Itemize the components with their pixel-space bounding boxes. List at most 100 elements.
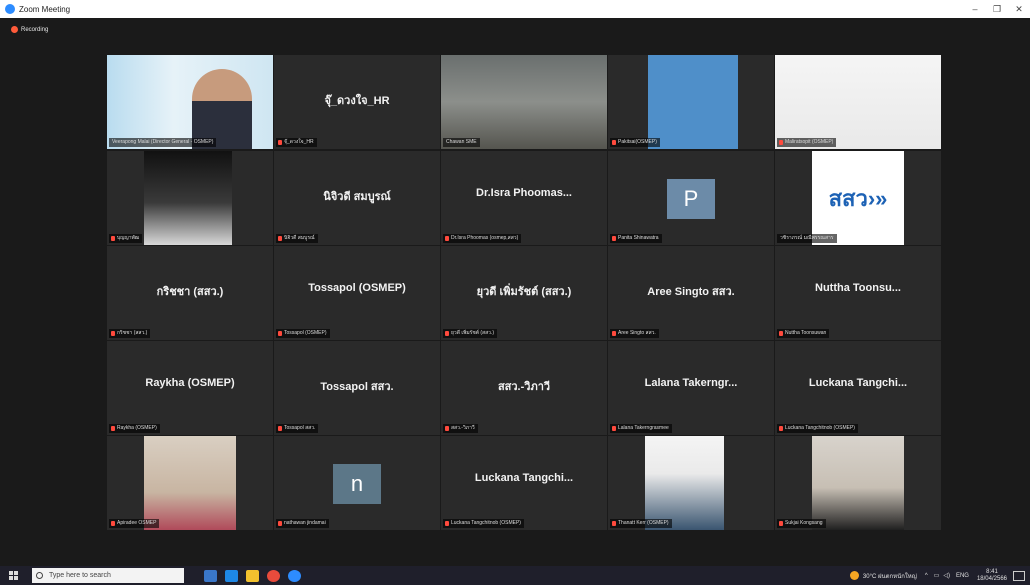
participant-tile[interactable]: ยุวดี เพิ่มรัชต์ (สสว.) ยุวดี เพิ่มรัชต์ … [441, 246, 607, 340]
participant-name-label: Raykha (OSMEP) [109, 424, 160, 433]
participant-tile[interactable]: Veerapong Malai (Director General - OSME… [107, 55, 273, 149]
participant-tile[interactable]: สสว.-วิภาวี สสว.-วิภาวี [441, 341, 607, 435]
store-icon[interactable] [246, 569, 259, 582]
participant-tile[interactable]: สสว›» วชิราภรณ์ มณีพรรณสาร [775, 151, 941, 245]
participant-tile[interactable]: Luckana Tangchi... Luckana Tangchitnob (O… [441, 436, 607, 530]
participant-tile[interactable]: Raykha (OSMEP) Raykha (OSMEP) [107, 341, 273, 435]
participant-video [144, 151, 232, 245]
clock[interactable]: 8:41 18/04/2566 [977, 569, 1007, 583]
start-button[interactable] [4, 566, 22, 585]
participant-name-label: Panita Shinawatra [610, 234, 662, 243]
close-button[interactable]: ✕ [1008, 0, 1030, 18]
participant-tile[interactable]: Aree Singto สสว. Aree Singto สสว. [608, 246, 774, 340]
participant-tile[interactable]: Tossapol (OSMEP) Tossapol (OSMEP) [274, 246, 440, 340]
tray-chevron-icon[interactable]: ^ [925, 573, 928, 579]
clock-date: 18/04/2566 [976, 575, 1007, 582]
muted-mic-icon [779, 521, 783, 526]
participant-name-text: Tossapol (OSMEP) [284, 330, 327, 336]
participant-display-name: Raykha (OSMEP) [145, 377, 235, 389]
participant-name-label: ยุวดี เพิ่มรัชต์ (สสว.) [443, 329, 498, 338]
osmep-logo: สสว›» [812, 151, 904, 245]
participant-name-label: nathawan jindamai [276, 519, 329, 528]
participant-name-text: Dr.Isra Phoomas (osmep,สสว) [451, 235, 519, 241]
participant-tile[interactable]: Pakitsai(OSMEP) [608, 55, 774, 149]
participant-name-text: จุ๊_ดวงใจ_HR [284, 139, 314, 145]
participant-name-label: Veerapong Malai (Director General - OSME… [109, 138, 217, 147]
windows-taskbar: Type here to search 30°C ฝนตกหนักใหญ่ ^ … [0, 566, 1030, 585]
weather-icon[interactable] [849, 571, 859, 580]
participant-tile[interactable]: จุ๊_ดวงใจ_HR จุ๊_ดวงใจ_HR [274, 55, 440, 149]
participant-display-name: Luckana Tangchi... [474, 472, 574, 484]
participant-name-text: nathawan jindamai [284, 520, 326, 526]
participant-name-label: Maliratsopit (OSMEP) [777, 138, 837, 147]
participant-tile[interactable]: Luckana Tangchi... Luckana Tangchitnob (O… [775, 341, 941, 435]
participant-avatar: n [333, 464, 381, 504]
participant-name-text: Thanatt Kerr (OSMEP) [618, 520, 669, 526]
taskbar-apps [204, 569, 301, 582]
muted-mic-icon [278, 140, 282, 145]
recording-indicator[interactable]: Recording [11, 26, 48, 33]
weather-text[interactable]: 30°C ฝนตกหนักใหญ่ [863, 571, 917, 581]
muted-mic-icon [278, 426, 282, 431]
participant-name-text: นิจิวดี สมบูรณ์ [284, 235, 315, 241]
system-tray: 30°C ฝนตกหนักใหญ่ ^ ▭ ◁) ENG 8:41 18/04/… [849, 566, 1030, 585]
file-explorer-icon[interactable] [204, 569, 217, 582]
muted-mic-icon [111, 521, 115, 526]
participant-tile[interactable]: n nathawan jindamai [274, 436, 440, 530]
participant-tile[interactable]: Maliratsopit (OSMEP) [775, 55, 941, 149]
participant-tile[interactable]: Dr.Isra Phoomas... Dr.Isra Phoomas (osmep… [441, 151, 607, 245]
participant-name-label: Tossapol (OSMEP) [276, 329, 330, 338]
muted-mic-icon [111, 426, 115, 431]
participant-name-label: Tossapol สสว. [276, 424, 319, 433]
participant-name-label: บุญญาพัฒ [109, 234, 143, 243]
participant-tile[interactable]: นิจิวดี สมบูรณ์ นิจิวดี สมบูรณ์ [274, 151, 440, 245]
participant-tile[interactable]: Apiradee OSMEP [107, 436, 273, 530]
network-icon[interactable]: ▭ [934, 572, 940, 579]
participant-name-text: Tossapol สสว. [284, 425, 316, 431]
chrome-icon[interactable] [267, 569, 280, 582]
participant-tile[interactable]: Nuttha Toonsu... Nuttha Toonsuwan [775, 246, 941, 340]
participant-name-label: Luckana Tangchitnob (OSMEP) [443, 519, 524, 528]
participant-name-text: Luckana Tangchitnob (OSMEP) [451, 520, 521, 526]
participant-display-name: กริชชา (สสว.) [156, 286, 224, 298]
muted-mic-icon [612, 236, 616, 241]
participant-name-text: Aree Singto สสว. [618, 330, 656, 336]
participant-name-text: วชิราภรณ์ มณีพรรณสาร [780, 235, 834, 241]
window-titlebar: Zoom Meeting – ❐ ✕ [0, 0, 1030, 18]
windows-logo-icon [8, 571, 18, 580]
participant-tile[interactable]: Tossapol สสว. Tossapol สสว. [274, 341, 440, 435]
taskbar-search-box[interactable]: Type here to search [32, 568, 184, 583]
participant-tile[interactable]: Chawan SME [441, 55, 607, 149]
maximize-button[interactable]: ❐ [986, 0, 1008, 18]
mail-icon[interactable] [225, 569, 238, 582]
participant-display-name: Luckana Tangchi... [808, 377, 908, 389]
participant-video [144, 436, 236, 530]
volume-icon[interactable]: ◁) [943, 572, 950, 579]
search-placeholder: Type here to search [49, 572, 111, 579]
participant-name-label: Nuttha Toonsuwan [777, 329, 830, 338]
participant-tile[interactable]: Sukjai Kongsang [775, 436, 941, 530]
participant-name-label: Chawan SME [443, 138, 480, 147]
participant-tile[interactable]: Thanatt Kerr (OSMEP) [608, 436, 774, 530]
minimize-button[interactable]: – [964, 0, 986, 18]
muted-mic-icon [445, 426, 449, 431]
participant-avatar: P [667, 179, 715, 219]
participant-name-label: Thanatt Kerr (OSMEP) [610, 519, 672, 528]
participant-tile[interactable]: กริชชา (สสว.) กริชชา (สสว.) [107, 246, 273, 340]
participant-name-text: ยุวดี เพิ่มรัชต์ (สสว.) [451, 330, 495, 336]
participant-name-text: Veerapong Malai (Director General - OSME… [112, 139, 214, 145]
participant-video [645, 436, 724, 530]
participant-display-name: Tossapol สสว. [320, 381, 394, 393]
participant-tile[interactable]: บุญญาพัฒ [107, 151, 273, 245]
participant-tile[interactable]: P Panita Shinawatra [608, 151, 774, 245]
participant-name-label: สสว.-วิภาวี [443, 424, 478, 433]
participant-figure [192, 69, 252, 149]
participant-display-name: Tossapol (OSMEP) [308, 282, 406, 294]
participant-tile[interactable]: Lalana Takerngr... Lalana Takerngrasmee [608, 341, 774, 435]
notification-icon[interactable] [1013, 570, 1025, 581]
zoom-taskbar-icon[interactable] [288, 569, 301, 582]
participant-display-name: Lalana Takerngr... [644, 377, 738, 389]
language-indicator[interactable]: ENG [956, 573, 969, 579]
participant-video [648, 55, 738, 149]
participant-name-text: Maliratsopit (OSMEP) [785, 139, 834, 145]
